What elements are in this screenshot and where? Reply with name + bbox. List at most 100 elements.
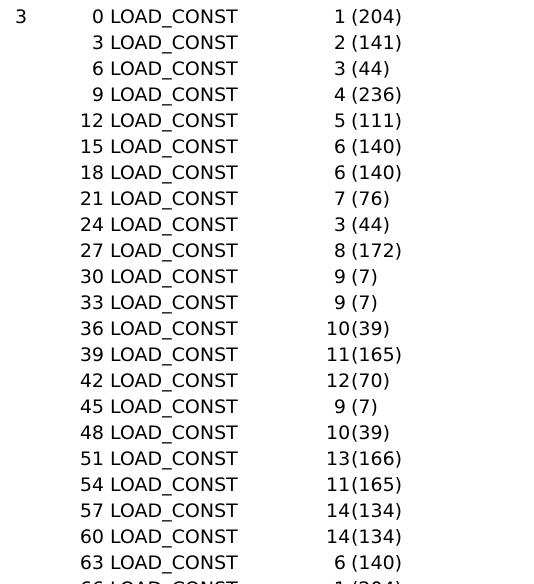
instruction-arg: 3 bbox=[333, 58, 346, 80]
instruction-row: 15 LOAD_CONST 6 (140) bbox=[0, 134, 534, 160]
instruction-argrepr: (134) bbox=[351, 526, 403, 548]
instruction-offset: 18 bbox=[79, 162, 104, 184]
instruction-arg: 11 bbox=[326, 344, 351, 366]
instruction-row: 39 LOAD_CONST 11 (165) bbox=[0, 342, 534, 368]
instruction-row: 36 LOAD_CONST 10 (39) bbox=[0, 316, 534, 342]
instruction-arg: 14 bbox=[326, 500, 351, 522]
instruction-opname: LOAD_CONST bbox=[110, 6, 238, 28]
instruction-opname: LOAD_CONST bbox=[110, 240, 238, 262]
instruction-argrepr: (140) bbox=[351, 136, 403, 158]
instruction-argrepr: (44) bbox=[351, 58, 391, 80]
instruction-row: 21 LOAD_CONST 7 (76) bbox=[0, 186, 534, 212]
instruction-argrepr: (236) bbox=[351, 84, 403, 106]
instruction-row: 51 LOAD_CONST 13 (166) bbox=[0, 446, 534, 472]
instruction-argrepr: (76) bbox=[351, 188, 391, 210]
instruction-opname: LOAD_CONST bbox=[110, 214, 238, 236]
instruction-row: 27 LOAD_CONST 8 (172) bbox=[0, 238, 534, 264]
instruction-row: 48 LOAD_CONST 10 (39) bbox=[0, 420, 534, 446]
instruction-offset: 60 bbox=[79, 526, 104, 548]
instruction-offset: 3 bbox=[91, 32, 104, 54]
instruction-row: 66 LOAD_CONST 1 (204) bbox=[0, 576, 534, 584]
instruction-row: 18 LOAD_CONST 6 (140) bbox=[0, 160, 534, 186]
instruction-row: 24 LOAD_CONST 3 (44) bbox=[0, 212, 534, 238]
instruction-opname: LOAD_CONST bbox=[110, 58, 238, 80]
instruction-offset: 63 bbox=[79, 552, 104, 574]
instruction-argrepr: (134) bbox=[351, 500, 403, 522]
instruction-arg: 9 bbox=[333, 396, 346, 418]
instruction-row: 63 LOAD_CONST 6 (140) bbox=[0, 550, 534, 576]
instruction-argrepr: (39) bbox=[351, 318, 391, 340]
instruction-argrepr: (7) bbox=[351, 266, 378, 288]
instruction-offset: 51 bbox=[79, 448, 104, 470]
instruction-arg: 9 bbox=[333, 292, 346, 314]
instruction-row: 57 LOAD_CONST 14 (134) bbox=[0, 498, 534, 524]
instruction-argrepr: (70) bbox=[351, 370, 391, 392]
instruction-opname: LOAD_CONST bbox=[110, 318, 238, 340]
instruction-arg: 11 bbox=[326, 474, 351, 496]
instruction-opname: LOAD_CONST bbox=[110, 500, 238, 522]
instruction-row: 45 LOAD_CONST 9 (7) bbox=[0, 394, 534, 420]
instruction-opname: LOAD_CONST bbox=[110, 576, 238, 584]
instruction-arg: 1 bbox=[333, 6, 346, 28]
instruction-offset: 39 bbox=[79, 344, 104, 366]
instruction-argrepr: (165) bbox=[351, 474, 403, 496]
instruction-argrepr: (204) bbox=[351, 576, 402, 584]
instruction-opname: LOAD_CONST bbox=[110, 84, 238, 106]
instruction-offset: 54 bbox=[79, 474, 104, 496]
instruction-arg: 7 bbox=[333, 188, 346, 210]
instruction-arg: 2 bbox=[333, 32, 346, 54]
instruction-offset: 12 bbox=[79, 110, 104, 132]
instruction-argrepr: (7) bbox=[351, 292, 378, 314]
instruction-argrepr: (165) bbox=[351, 344, 403, 366]
instruction-arg: 12 bbox=[326, 370, 351, 392]
instruction-argrepr: (141) bbox=[351, 32, 403, 54]
instruction-arg: 9 bbox=[333, 266, 346, 288]
instruction-offset: 36 bbox=[79, 318, 104, 340]
instruction-argrepr: (7) bbox=[351, 396, 378, 418]
instruction-opname: LOAD_CONST bbox=[110, 448, 238, 470]
instruction-offset: 27 bbox=[79, 240, 104, 262]
instruction-offset: 48 bbox=[79, 422, 104, 444]
instruction-opname: LOAD_CONST bbox=[110, 110, 238, 132]
instruction-argrepr: (204) bbox=[351, 6, 403, 28]
instruction-arg: 10 bbox=[326, 318, 351, 340]
instruction-opname: LOAD_CONST bbox=[110, 188, 238, 210]
instruction-offset: 6 bbox=[91, 58, 104, 80]
instruction-opname: LOAD_CONST bbox=[110, 474, 238, 496]
instruction-opname: LOAD_CONST bbox=[110, 292, 238, 314]
instruction-row: 30 LOAD_CONST 9 (7) bbox=[0, 264, 534, 290]
instruction-offset: 24 bbox=[79, 214, 104, 236]
instruction-row: 60 LOAD_CONST 14 (134) bbox=[0, 524, 534, 550]
instruction-arg: 8 bbox=[333, 240, 346, 262]
instruction-arg: 13 bbox=[326, 448, 351, 470]
instruction-arg: 5 bbox=[333, 110, 346, 132]
instruction-row: 42 LOAD_CONST 12 (70) bbox=[0, 368, 534, 394]
instruction-opname: LOAD_CONST bbox=[110, 552, 238, 574]
instruction-arg: 4 bbox=[333, 84, 346, 106]
instruction-arg: 6 bbox=[333, 162, 346, 184]
instruction-row: 3 LOAD_CONST 2 (141) bbox=[0, 30, 534, 56]
instruction-row: 12 LOAD_CONST 5 (111) bbox=[0, 108, 534, 134]
instruction-offset: 30 bbox=[79, 266, 104, 288]
disassembly-output-panel[interactable]: 3 0 LOAD_CONST 1 (204) 3 LOAD_CONST 2 (141) 6 LOAD… bbox=[0, 0, 534, 584]
instruction-arg: 10 bbox=[326, 422, 351, 444]
instruction-argrepr: (140) bbox=[351, 552, 403, 574]
instruction-row: 9 LOAD_CONST 4 (236) bbox=[0, 82, 534, 108]
instruction-row: 33 LOAD_CONST 9 (7) bbox=[0, 290, 534, 316]
instruction-opname: LOAD_CONST bbox=[110, 136, 238, 158]
instruction-arg: 1 bbox=[326, 576, 346, 584]
instruction-opname: LOAD_CONST bbox=[110, 396, 238, 418]
instruction-opname: LOAD_CONST bbox=[110, 32, 238, 54]
instruction-offset: 66 bbox=[0, 576, 104, 584]
instruction-argrepr: (140) bbox=[351, 162, 403, 184]
instruction-opname: LOAD_CONST bbox=[110, 422, 238, 444]
instruction-row: 54 LOAD_CONST 11 (165) bbox=[0, 472, 534, 498]
instruction-opname: LOAD_CONST bbox=[110, 344, 238, 366]
instruction-argrepr: (166) bbox=[351, 448, 403, 470]
instruction-argrepr: (39) bbox=[351, 422, 391, 444]
instruction-offset: 21 bbox=[79, 188, 104, 210]
instruction-opname: LOAD_CONST bbox=[110, 370, 238, 392]
instruction-opname: LOAD_CONST bbox=[110, 266, 238, 288]
instruction-offset: 9 bbox=[91, 84, 104, 106]
instruction-offset: 57 bbox=[79, 500, 104, 522]
